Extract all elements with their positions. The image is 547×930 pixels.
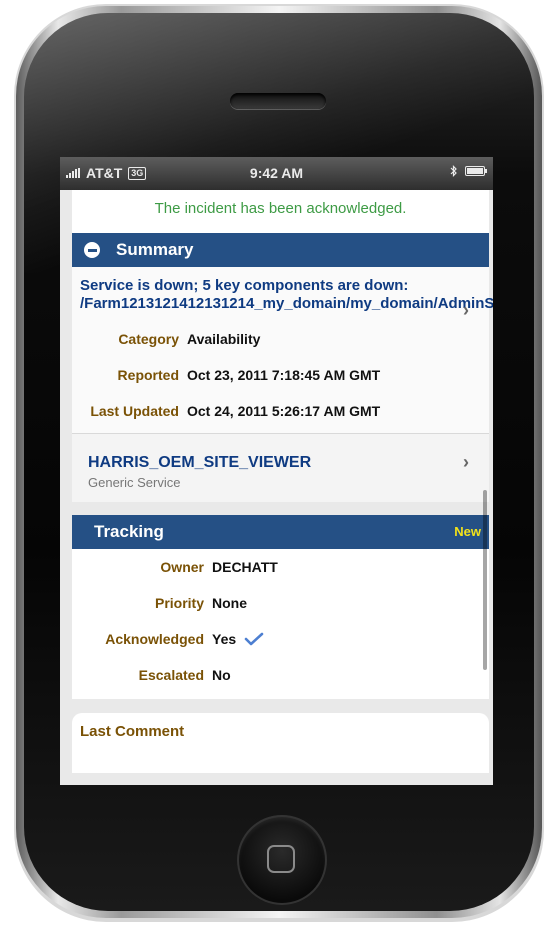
field-label: Last Updated xyxy=(90,403,179,419)
field-label: Reported xyxy=(117,367,179,383)
summary-field-category: Category Availability xyxy=(72,321,489,357)
field-label: Category xyxy=(118,331,179,347)
incident-detail-view: The incident has been acknowledged. Summ… xyxy=(72,190,493,785)
checkmark-icon xyxy=(244,632,264,646)
incident-message-row[interactable]: Service is down; 5 key components are do… xyxy=(72,267,493,321)
field-value: Availability xyxy=(187,331,261,347)
status-right-icons xyxy=(450,165,487,177)
bluetooth-icon xyxy=(450,165,457,177)
summary-field-last-updated: Last Updated Oct 24, 2011 5:26:17 AM GMT xyxy=(72,393,489,429)
field-value: No xyxy=(212,667,231,683)
last-comment-card[interactable]: Last Comment xyxy=(72,713,489,773)
field-label: Acknowledged xyxy=(105,631,204,647)
tracking-field-owner: Owner DECHATT xyxy=(72,549,489,585)
tracking-field-escalated: Escalated No xyxy=(72,657,489,693)
new-badge: New xyxy=(454,524,481,539)
incident-message: Service is down; 5 key components are do… xyxy=(80,277,493,312)
tracking-panel: Owner DECHATT Priority None Acknowledged… xyxy=(72,549,489,699)
battery-icon xyxy=(465,166,487,176)
tracking-header[interactable]: Tracking New xyxy=(72,515,489,549)
target-name: HARRIS_OEM_SITE_VIEWER xyxy=(88,454,312,471)
tracking-field-priority: Priority None xyxy=(72,585,489,621)
section-gap xyxy=(72,502,489,515)
status-bar: AT&T 3G 9:42 AM xyxy=(60,157,493,190)
target-type: Generic Service xyxy=(88,475,181,490)
target-row[interactable]: HARRIS_OEM_SITE_VIEWER Generic Service › xyxy=(72,433,489,502)
home-button[interactable] xyxy=(237,815,327,905)
chevron-right-icon: › xyxy=(463,452,469,472)
tracking-field-acknowledged: Acknowledged Yes xyxy=(72,621,489,657)
phone-screen: AT&T 3G 9:42 AM The incident has been ac… xyxy=(60,157,493,785)
status-time: 9:42 AM xyxy=(249,165,304,181)
field-value: Oct 24, 2011 5:26:17 AM GMT xyxy=(187,403,381,419)
acknowledged-banner: The incident has been acknowledged. xyxy=(72,190,489,233)
field-value: Oct 23, 2011 7:18:45 AM GMT xyxy=(187,367,381,383)
chevron-right-icon: › xyxy=(463,300,469,320)
home-square-icon xyxy=(267,845,295,873)
minus-circle-icon[interactable] xyxy=(84,242,100,258)
summary-header[interactable]: Summary xyxy=(72,233,489,267)
field-value: None xyxy=(212,595,247,611)
summary-field-reported: Reported Oct 23, 2011 7:18:45 AM GMT xyxy=(72,357,489,393)
summary-panel: Service is down; 5 key components are do… xyxy=(72,267,493,502)
field-label: Priority xyxy=(154,595,204,611)
earpiece-speaker xyxy=(230,93,326,109)
last-comment-title: Last Comment xyxy=(80,723,185,740)
field-value: Yes xyxy=(212,631,237,647)
field-value: DECHATT xyxy=(212,559,278,575)
tracking-title: Tracking xyxy=(94,522,164,541)
field-label: Escalated xyxy=(138,667,204,683)
summary-title: Summary xyxy=(116,240,194,259)
scroll-indicator[interactable] xyxy=(483,490,487,670)
field-label: Owner xyxy=(160,559,204,575)
